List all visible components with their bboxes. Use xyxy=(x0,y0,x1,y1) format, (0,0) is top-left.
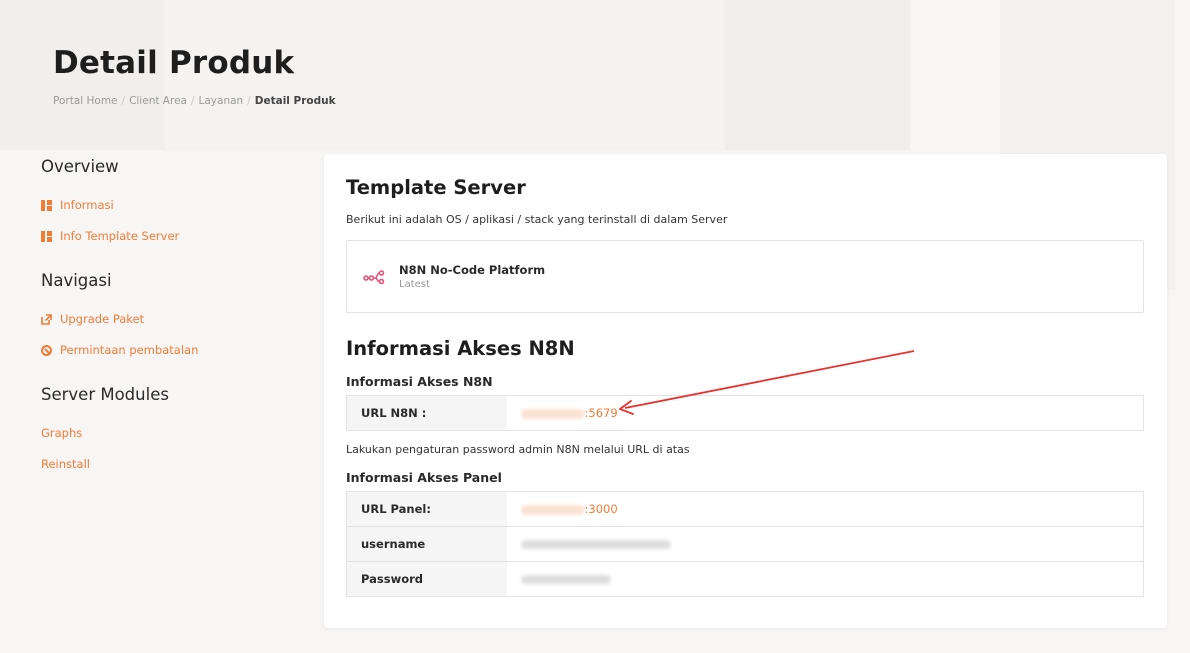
page-title: Detail Produk xyxy=(53,45,295,81)
table-row: Password xyxy=(346,561,1144,597)
template-server-title: Template Server xyxy=(346,176,526,199)
header-background-shade xyxy=(725,0,905,150)
table-row: username xyxy=(346,526,1144,562)
template-server-description: Berikut ini adalah OS / aplikasi / stack… xyxy=(346,213,728,226)
template-version: Latest xyxy=(399,279,430,290)
sidebar-item-upgrade-paket[interactable]: Upgrade Paket xyxy=(41,312,291,326)
sidebar-item-label: Graphs xyxy=(41,426,83,440)
panel-access-table: URL Panel: :3000 username Password xyxy=(346,491,1144,597)
breadcrumb-layanan[interactable]: Layanan xyxy=(199,95,244,107)
redacted-username xyxy=(520,540,671,549)
access-section-title: Informasi Akses N8N xyxy=(346,337,575,360)
redacted-host xyxy=(520,504,585,515)
password-value xyxy=(507,562,1144,597)
url-n8n-port[interactable]: :5679 xyxy=(585,406,618,420)
sidebar-heading-navigasi: Navigasi xyxy=(41,271,112,290)
sidebar-item-permintaan-pembatalan[interactable]: Permintaan pembatalan xyxy=(41,343,291,357)
username-value xyxy=(506,526,1144,562)
breadcrumb-portal-home[interactable]: Portal Home xyxy=(53,95,118,107)
url-panel-value[interactable]: :3000 xyxy=(506,491,1144,527)
url-n8n-label: URL N8N : xyxy=(346,395,507,431)
table-row: URL N8N : :5679 xyxy=(346,395,1144,431)
template-item: N8N No-Code Platform Latest xyxy=(346,240,1144,313)
sidebar-group-navigasi: Navigasi Upgrade Paket Permintaan pembat… xyxy=(41,271,291,357)
sidebar-item-informasi[interactable]: Informasi xyxy=(41,198,291,212)
sidebar-group-overview: Overview Informasi Info Template Server xyxy=(41,157,291,243)
breadcrumb-current: Detail Produk xyxy=(254,95,336,107)
panel-access-heading: Informasi Akses Panel xyxy=(346,470,502,485)
grid-icon xyxy=(41,199,52,211)
sidebar-item-label: Informasi xyxy=(60,198,114,212)
password-label: Password xyxy=(346,561,507,597)
sidebar-item-label: Upgrade Paket xyxy=(60,312,145,326)
sidebar-item-label: Info Template Server xyxy=(60,229,180,243)
n8n-access-heading: Informasi Akses N8N xyxy=(346,374,493,389)
breadcrumb: Portal Home / Client Area / Layanan / Detail P… xyxy=(53,95,336,107)
sidebar-heading-server-modules: Server Modules xyxy=(41,385,169,404)
grid-icon xyxy=(41,230,52,242)
url-panel-label: URL Panel: xyxy=(346,491,507,527)
redacted-host xyxy=(520,408,585,419)
sidebar-heading-overview: Overview xyxy=(41,157,119,176)
product-detail-card: Template Server Berikut ini adalah OS / … xyxy=(324,154,1167,628)
redacted-password xyxy=(520,575,611,584)
sidebar-item-info-template-server[interactable]: Info Template Server xyxy=(41,229,291,243)
ban-icon xyxy=(41,344,52,356)
page-header: Detail Produk Portal Home / Client Area / La… xyxy=(53,45,336,107)
sidebar: Overview Informasi Info Template Server … xyxy=(41,157,291,499)
username-label: username xyxy=(346,526,507,562)
url-n8n-value[interactable]: :5679 xyxy=(507,396,1144,431)
n8n-password-note: Lakukan pengaturan password admin N8N me… xyxy=(346,443,690,456)
n8n-logo-icon xyxy=(363,269,385,284)
breadcrumb-client-area[interactable]: Client Area xyxy=(129,95,187,107)
external-link-icon xyxy=(41,313,52,325)
sidebar-item-graphs[interactable]: Graphs xyxy=(41,426,291,440)
sidebar-item-label: Reinstall xyxy=(41,457,90,471)
template-name: N8N No-Code Platform xyxy=(399,263,546,277)
sidebar-group-server-modules: Server Modules Graphs Reinstall xyxy=(41,385,291,471)
sidebar-item-reinstall[interactable]: Reinstall xyxy=(41,457,291,471)
url-panel-port[interactable]: :3000 xyxy=(585,502,618,516)
sidebar-item-label: Permintaan pembatalan xyxy=(60,343,199,357)
template-item-text: N8N No-Code Platform Latest xyxy=(399,263,545,290)
table-row: URL Panel: :3000 xyxy=(346,491,1144,527)
n8n-access-table: URL N8N : :5679 xyxy=(346,395,1144,431)
